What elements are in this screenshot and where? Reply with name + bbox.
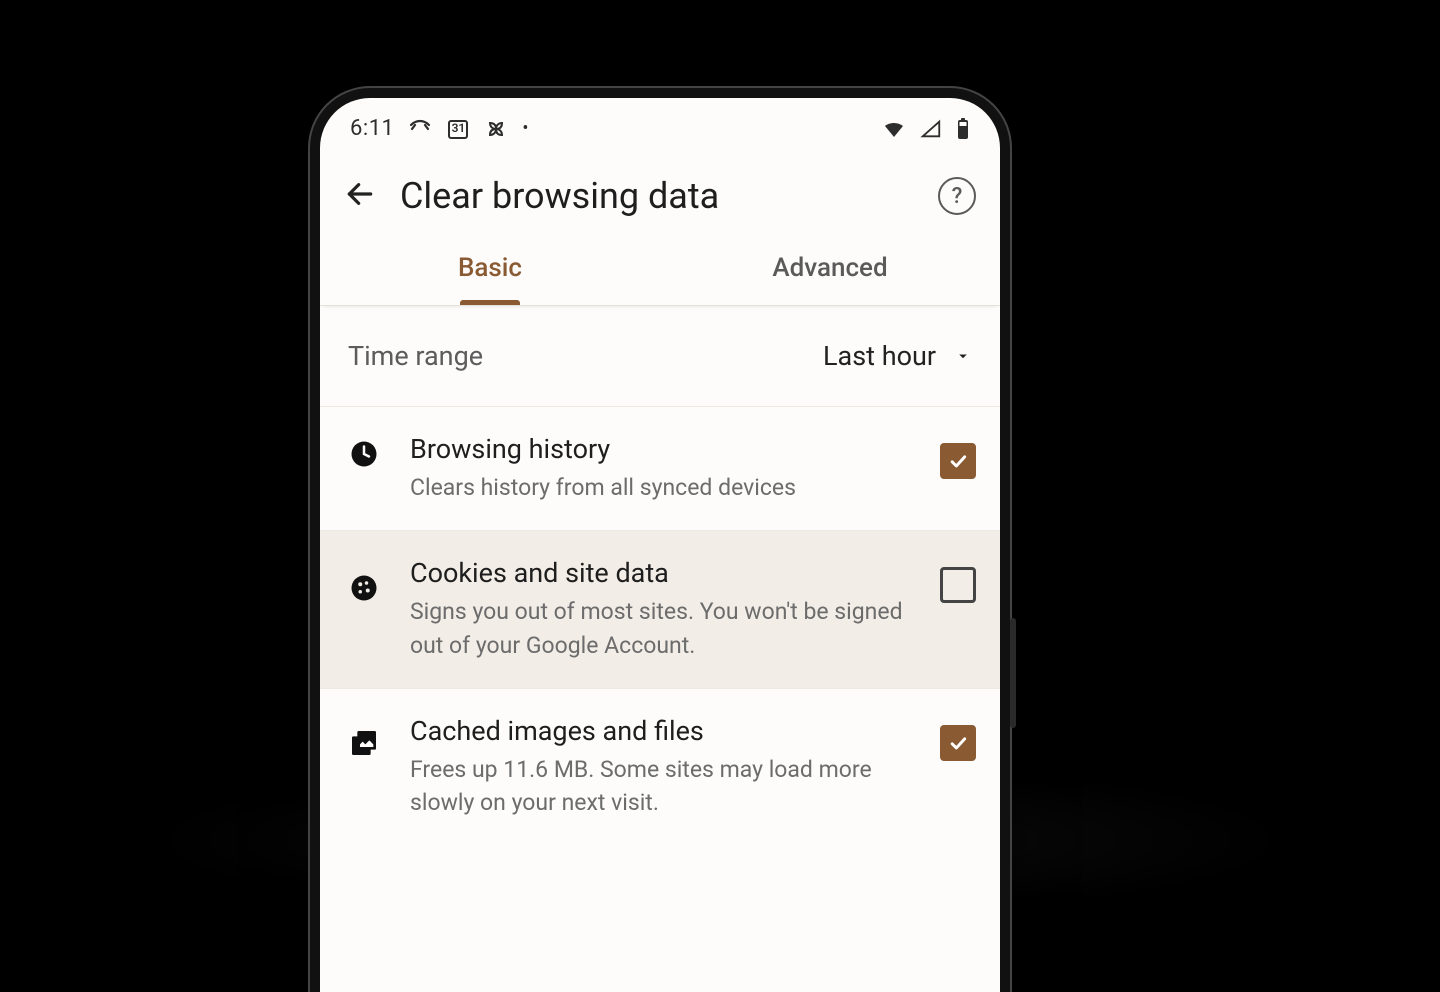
- pinwheel-icon: [484, 117, 508, 141]
- image-stack-icon: [344, 727, 384, 759]
- option-title: Browsing history: [410, 433, 924, 465]
- option-subtitle: Clears history from all synced devices: [410, 471, 924, 504]
- option-browsing-history[interactable]: Browsing history Clears history from all…: [320, 407, 1000, 531]
- status-bar: 6:11 31 •: [320, 98, 1000, 155]
- calendar-icon: 31: [446, 117, 470, 141]
- tabs: Basic Advanced: [320, 233, 1000, 306]
- status-time: 6:11: [350, 116, 394, 141]
- wifi-icon: [882, 117, 906, 141]
- checkbox-browsing-history[interactable]: [940, 443, 976, 479]
- time-range-label: Time range: [348, 340, 483, 372]
- tab-advanced[interactable]: Advanced: [660, 233, 1000, 305]
- cell-signal-icon: [920, 118, 942, 140]
- app-bar: Clear browsing data ?: [320, 155, 1000, 233]
- time-range-row[interactable]: Time range Last hour: [320, 306, 1000, 407]
- cookie-icon: [344, 573, 384, 603]
- tab-advanced-label: Advanced: [772, 253, 887, 283]
- status-left: 6:11 31 •: [350, 116, 529, 141]
- time-range-dropdown[interactable]: Last hour: [823, 340, 972, 372]
- clock-icon: [344, 439, 384, 469]
- time-range-value: Last hour: [823, 340, 936, 372]
- phone-frame: 6:11 31 •: [310, 88, 1010, 992]
- tab-basic[interactable]: Basic: [320, 233, 660, 305]
- phone-side-button: [1010, 618, 1016, 728]
- option-cookies[interactable]: Cookies and site data Signs you out of m…: [320, 531, 1000, 689]
- status-right: [882, 117, 970, 141]
- checkbox-cache[interactable]: [940, 725, 976, 761]
- option-subtitle: Frees up 11.6 MB. Some sites may load mo…: [410, 753, 924, 820]
- missed-call-icon: [408, 117, 432, 141]
- option-subtitle: Signs you out of most sites. You won't b…: [410, 595, 924, 662]
- option-cache[interactable]: Cached images and files Frees up 11.6 MB…: [320, 689, 1000, 846]
- calendar-day: 31: [446, 121, 470, 135]
- back-button[interactable]: [344, 178, 376, 214]
- battery-icon: [956, 117, 970, 141]
- chevron-down-icon: [954, 340, 972, 372]
- help-button[interactable]: ?: [938, 177, 976, 215]
- tab-basic-label: Basic: [458, 253, 522, 283]
- phone-screen: 6:11 31 •: [320, 98, 1000, 992]
- option-title: Cached images and files: [410, 715, 924, 747]
- option-title: Cookies and site data: [410, 557, 924, 589]
- checkbox-cookies[interactable]: [940, 567, 976, 603]
- more-dot-icon: •: [522, 118, 528, 139]
- page-title: Clear browsing data: [400, 175, 938, 217]
